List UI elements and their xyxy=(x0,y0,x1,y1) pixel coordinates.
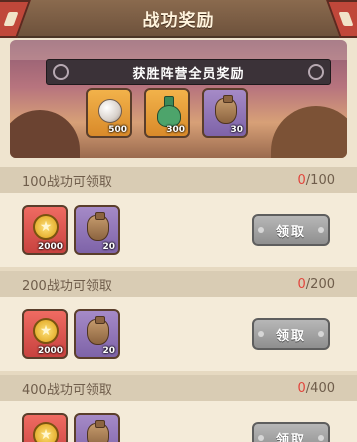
coin-icon: ★ xyxy=(33,422,59,442)
reward-tier-body: ★ 领取 xyxy=(0,401,357,442)
item-qty: 30 xyxy=(230,125,243,135)
reward-tier-body: ★ 2000 20 领取 xyxy=(0,193,357,267)
title-corner-right xyxy=(326,0,357,38)
tier-total: /200 xyxy=(305,276,335,292)
tier-total: /400 xyxy=(305,380,335,396)
claim-label: 领取 xyxy=(275,328,306,344)
reward-item[interactable]: 20 xyxy=(74,205,120,255)
bolt-icon xyxy=(318,331,324,337)
tier-label: 400战功可领取 xyxy=(22,382,112,398)
item-qty: 300 xyxy=(166,125,185,135)
tier-total: /100 xyxy=(305,172,335,188)
banner-ribbon: 获胜阵营全员奖励 xyxy=(46,59,331,85)
page-title: 战功奖励 xyxy=(142,10,215,31)
bolt-icon xyxy=(258,435,264,441)
tier-progress: 0/100 xyxy=(298,173,335,188)
item-qty: 2000 xyxy=(37,242,63,252)
sack-icon xyxy=(87,212,109,241)
tier-label: 100战功可领取 xyxy=(22,174,112,190)
claim-button[interactable]: 领取 xyxy=(252,318,330,350)
tier-label: 200战功可领取 xyxy=(22,278,112,294)
item-qty: 20 xyxy=(102,346,115,356)
tier-current: 0 xyxy=(297,276,306,292)
bolt-icon xyxy=(258,227,264,233)
reward-item[interactable]: ★ 2000 xyxy=(22,309,68,359)
reward-item[interactable]: 500 xyxy=(86,88,132,138)
pearl-icon xyxy=(98,99,122,123)
tier-items: ★ xyxy=(22,413,120,442)
banner-sky xyxy=(10,40,347,60)
item-qty: 2000 xyxy=(37,346,63,356)
item-qty: 500 xyxy=(108,125,127,135)
tier-current: 0 xyxy=(297,172,306,188)
ribbon-text: 获胜阵营全员奖励 xyxy=(132,66,245,82)
claim-label: 领取 xyxy=(275,432,306,442)
bolt-icon xyxy=(318,227,324,233)
tier-items: ★ 2000 20 xyxy=(22,205,120,255)
reward-tier-header: 400战功可领取 0/400 xyxy=(0,375,357,401)
banner-tent-right xyxy=(271,106,347,158)
reward-item[interactable]: ★ xyxy=(22,413,68,442)
tier-progress: 0/400 xyxy=(298,381,335,396)
banner-reward-items: 500 300 30 xyxy=(86,88,248,138)
banner-tent-left xyxy=(10,110,80,158)
coin-icon: ★ xyxy=(33,214,59,240)
title-bar: 战功奖励 xyxy=(0,0,357,38)
tier-current: 0 xyxy=(297,380,306,396)
item-qty: 20 xyxy=(102,242,115,252)
coin-icon: ★ xyxy=(33,318,59,344)
sack-icon xyxy=(87,420,109,442)
tier-progress: 0/200 xyxy=(298,277,335,292)
claim-button[interactable]: 领取 xyxy=(252,214,330,246)
title-corner-left xyxy=(0,0,31,38)
reward-item[interactable]: ★ 2000 xyxy=(22,205,68,255)
reward-item[interactable]: 20 xyxy=(74,309,120,359)
bolt-icon xyxy=(258,331,264,337)
reward-tier-body: ★ 2000 20 领取 xyxy=(0,297,357,371)
sack-icon xyxy=(215,95,237,124)
reward-tier-header: 100战功可领取 0/100 xyxy=(0,167,357,193)
reward-item[interactable]: 30 xyxy=(202,88,248,138)
claim-button[interactable]: 领取 xyxy=(252,422,330,442)
claim-label: 领取 xyxy=(275,224,306,240)
sack-icon xyxy=(87,316,109,345)
ribbon-swirl-left-icon xyxy=(53,64,69,80)
reward-tier-header: 200战功可领取 0/200 xyxy=(0,271,357,297)
flask-icon xyxy=(157,96,181,127)
tier-items: ★ 2000 20 xyxy=(22,309,120,359)
bolt-icon xyxy=(318,435,324,441)
reward-item[interactable] xyxy=(74,413,120,442)
ribbon-swirl-right-icon xyxy=(308,64,324,80)
reward-item[interactable]: 300 xyxy=(144,88,190,138)
